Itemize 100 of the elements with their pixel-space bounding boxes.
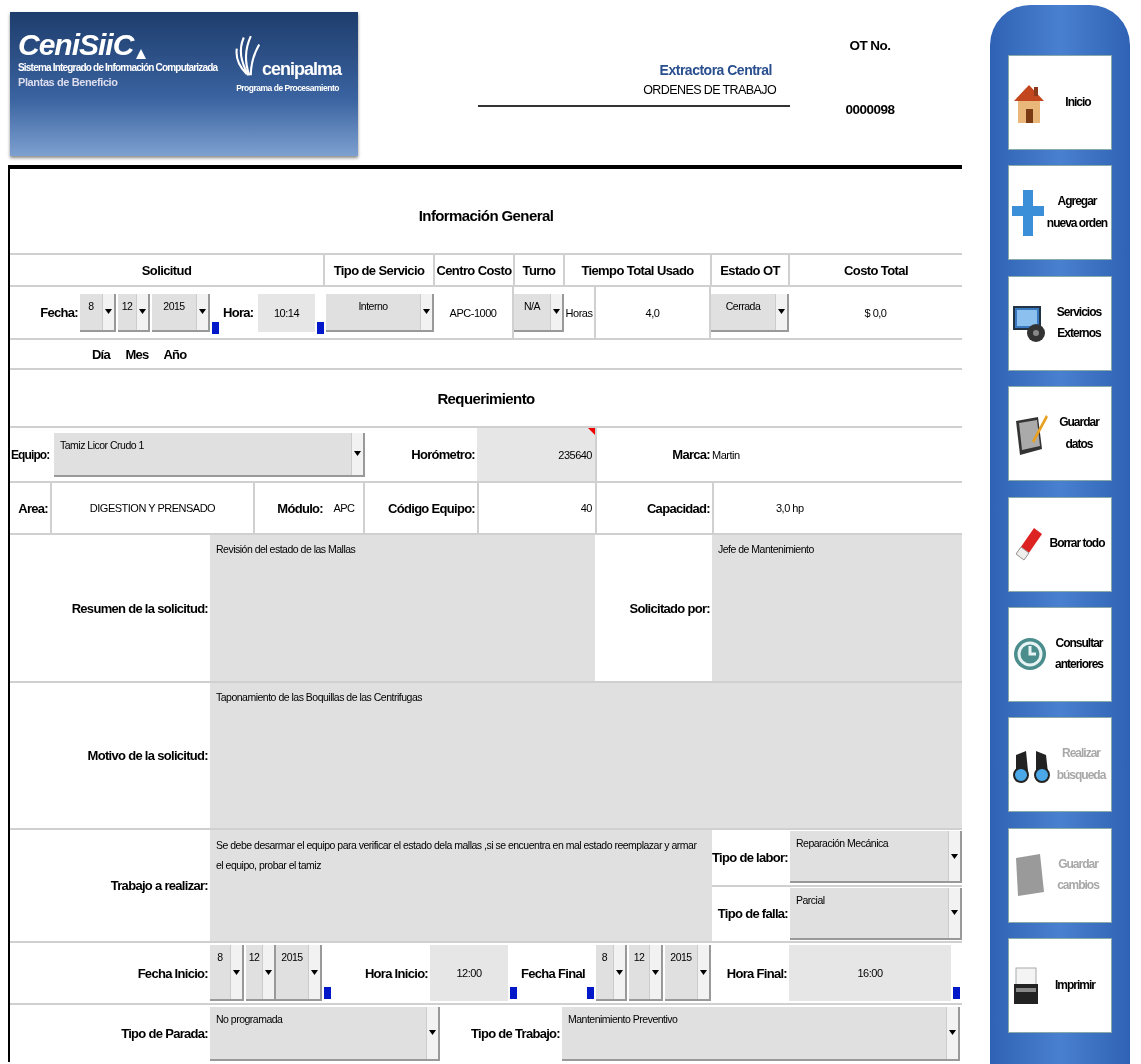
- date-part-label: Mes: [125, 346, 149, 362]
- dropdown[interactable]: No programada: [210, 1006, 440, 1061]
- column-header: Costo Total: [844, 262, 908, 278]
- dropdown[interactable]: 2015: [152, 293, 210, 332]
- field-label: Hora:: [223, 305, 254, 320]
- column-header: Estado OT: [720, 262, 780, 278]
- dropdown[interactable]: Tamiz Licor Crudo 1: [54, 432, 365, 477]
- total-cost-value: $ 0,0: [864, 306, 887, 319]
- logo-title: CeniSiiC: [18, 30, 134, 60]
- field-label: Tipo de falla:: [717, 906, 788, 922]
- module-value: APC: [333, 502, 355, 514]
- field-label: Módulo:: [277, 500, 323, 516]
- caret-icon: [199, 309, 206, 314]
- field-label: Area:: [18, 500, 48, 516]
- field-label: Capacidad:: [646, 500, 710, 516]
- order-number: 0000098: [844, 102, 896, 117]
- column-header: Solicitud: [141, 262, 192, 278]
- section-title: Requerimiento: [437, 389, 535, 407]
- field-label: Fecha Inicio:: [137, 965, 208, 981]
- dropdown[interactable]: 8: [596, 945, 627, 1001]
- text-area[interactable]: Jefe de Mantenimiento: [712, 535, 962, 681]
- caret-icon: [700, 969, 707, 975]
- field-label: Tipo de Trabajo:: [471, 1026, 560, 1041]
- picker-handle[interactable]: [587, 987, 594, 999]
- field-label: Motivo de la solicitud:: [87, 748, 208, 763]
- caret-icon: [652, 969, 659, 975]
- brand-name: cenipalma: [262, 59, 342, 80]
- field-label: Código Equipo:: [388, 500, 475, 516]
- dropdown[interactable]: Cerrada: [711, 293, 789, 332]
- brand-value: Martin: [712, 448, 740, 461]
- nav-button[interactable]: Servicios Externos: [1008, 275, 1112, 371]
- time-value: 12:00: [456, 967, 482, 979]
- nav-button[interactable]: Agregar nueva orden: [1008, 165, 1112, 261]
- nav-button[interactable]: Borrar todo: [1008, 496, 1112, 592]
- picker-handle[interactable]: [212, 322, 219, 334]
- date-part-label: Día: [91, 346, 111, 362]
- order-number-label: OT No.: [848, 38, 892, 53]
- caret-icon: [616, 969, 623, 975]
- caret-icon: [951, 854, 958, 859]
- dropdown[interactable]: 12: [629, 945, 663, 1001]
- company-name: Extractora Central: [658, 62, 773, 78]
- triangle-icon: [135, 48, 148, 60]
- dropdown[interactable]: 12: [246, 945, 276, 1001]
- column-header: Tiempo Total Usado: [581, 262, 694, 278]
- text-area[interactable]: Revisión del estado de las Mallas: [210, 535, 595, 681]
- picker-handle[interactable]: [317, 322, 324, 334]
- column-header: Centro Costo: [436, 262, 512, 278]
- field-label: Tipo de Parada:: [121, 1026, 208, 1041]
- text-area[interactable]: Taponamiento de las Boquillas de las Centrifugas: [210, 683, 962, 828]
- nav-button[interactable]: Inicio: [1008, 55, 1112, 150]
- cost-center-value: APC-1000: [449, 306, 497, 319]
- caret-icon: [354, 451, 361, 456]
- area-value: DIGESTION Y PRENSADO: [89, 502, 216, 514]
- module-title: ORDENES DE TRABAJO: [642, 83, 777, 97]
- field-label: Tipo de labor:: [712, 850, 788, 865]
- nav-button[interactable]: Guardar datos: [1008, 386, 1112, 482]
- dropdown[interactable]: 8: [210, 945, 244, 1001]
- field-label: Solicitado por:: [629, 600, 710, 616]
- capacity-value: 3,0 hp: [776, 502, 804, 514]
- caret-icon: [265, 969, 272, 975]
- dropdown[interactable]: 12: [118, 293, 150, 332]
- hour-meter-value: 235640: [558, 448, 592, 461]
- picker-handle[interactable]: [510, 987, 517, 999]
- picker-handle[interactable]: [953, 987, 960, 999]
- time-used-value: 4,0: [645, 306, 660, 319]
- dropdown[interactable]: N/A: [514, 293, 564, 332]
- dropdown[interactable]: 8: [80, 293, 116, 332]
- caret-icon: [429, 1030, 436, 1035]
- text-area[interactable]: Se debe desarmar el equipo para verificar el estado dela mallas ,si se encuentra en mal estado reemplazar y armar el equipo, probar el tamiz: [210, 830, 712, 941]
- hours-label: Horas: [565, 306, 593, 319]
- dropdown[interactable]: 2015: [276, 945, 322, 1001]
- picker-handle[interactable]: [324, 987, 331, 999]
- nav-button[interactable]: Imprimir: [1008, 938, 1112, 1034]
- dropdown[interactable]: Parcial: [790, 888, 962, 940]
- time-value: 10:14: [274, 306, 299, 319]
- nav-button[interactable]: Consultar anteriores: [1008, 606, 1112, 702]
- field-label: Horómetro:: [411, 447, 475, 462]
- caret-icon: [105, 309, 112, 314]
- equipment-code-value: 40: [580, 502, 592, 514]
- dropdown[interactable]: Mantenimiento Preventivo: [562, 1006, 960, 1061]
- brand-subtitle: Programa de Procesamiento: [236, 83, 339, 93]
- field-label: Resumen de la solicitud:: [71, 600, 208, 616]
- caret-icon: [949, 1030, 956, 1035]
- field-label: Fecha Final: [521, 965, 585, 981]
- field-label: Equipo:: [11, 447, 50, 462]
- caret-icon: [951, 910, 958, 916]
- plus-icon: [1012, 187, 1044, 238]
- field-label: Trabajo a realizar:: [110, 878, 208, 893]
- column-header: Tipo de Servicio: [333, 262, 425, 278]
- logo-subtitle: Sistema Integrado de Información Computarizada: [18, 62, 218, 73]
- dropdown[interactable]: 2015: [665, 945, 711, 1001]
- dropdown[interactable]: Reparación Mecánica: [790, 831, 962, 884]
- field-label: Fecha:: [40, 305, 78, 320]
- section-title: Información General: [418, 206, 554, 224]
- date-part-label: Año: [163, 346, 187, 362]
- field-label: Marca:: [672, 447, 710, 462]
- caret-icon: [778, 309, 785, 314]
- caret-icon: [553, 309, 560, 314]
- dropdown[interactable]: Interno: [326, 293, 434, 332]
- column-header: Turno: [522, 262, 556, 278]
